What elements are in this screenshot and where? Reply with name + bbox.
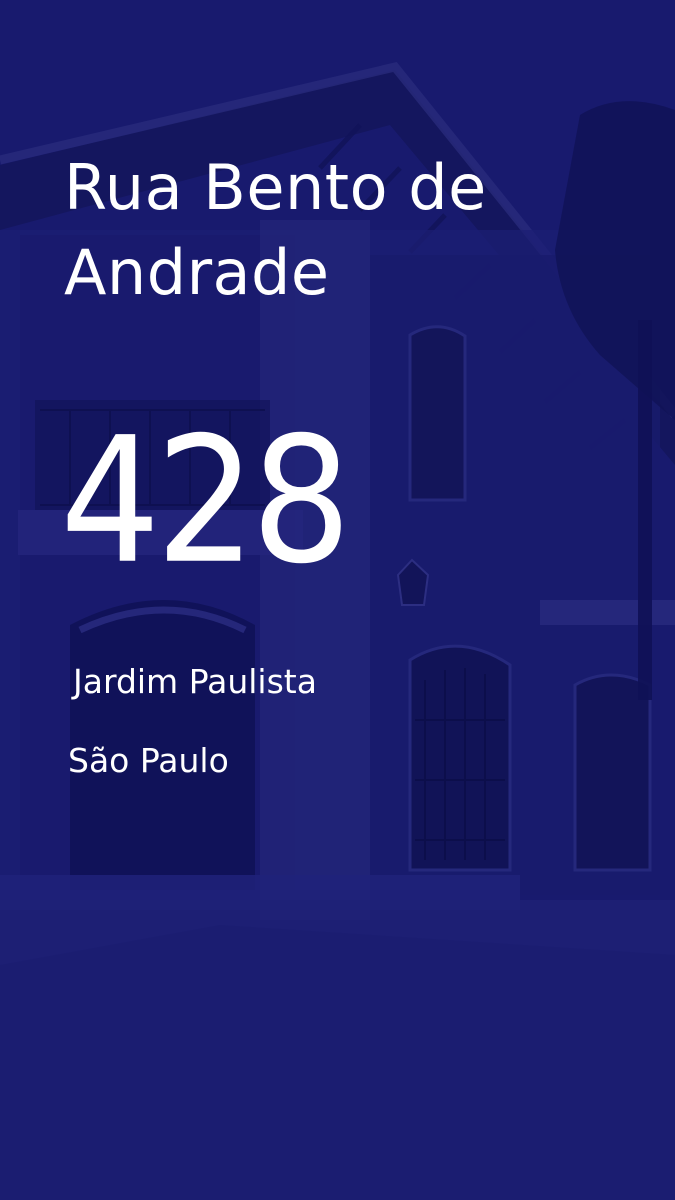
city-name: São Paulo (68, 741, 229, 780)
street-number: 428 (60, 400, 352, 603)
street-name: Rua Bento de Andrade (64, 151, 487, 309)
neighborhood-name: Jardim Paulista (73, 662, 317, 701)
property-address-poster: Rua Bento de Andrade 428 Jardim Paulista… (0, 0, 675, 1200)
